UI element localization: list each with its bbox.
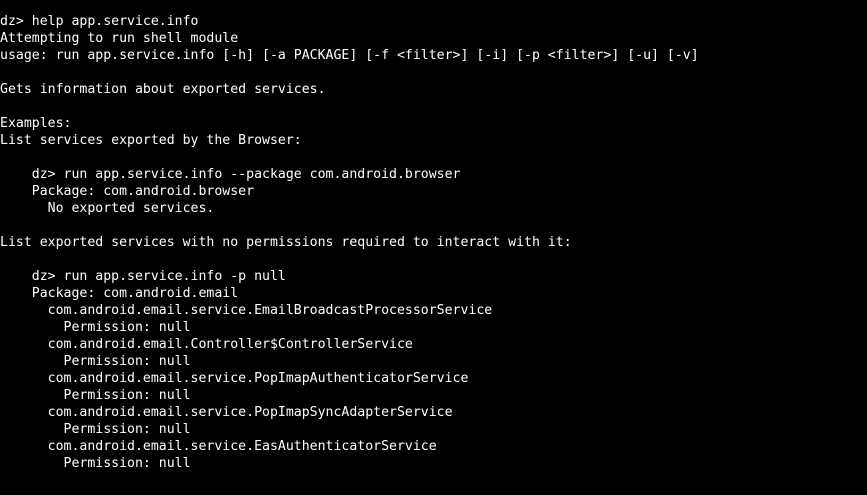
terminal-line: com.android.email.service.PopImapSyncAda… [0,405,453,420]
terminal-line: Permission: null [0,320,191,335]
terminal-window[interactable]: dz> help app.service.info Attempting to … [0,0,867,495]
terminal-line: Examples: [0,116,72,131]
terminal-line: Permission: null [0,354,191,369]
terminal-output: dz> help app.service.info Attempting to … [0,13,699,472]
terminal-line: Permission: null [0,388,191,403]
terminal-line: com.android.email.service.EasAuthenticat… [0,439,437,454]
terminal-line: usage: run app.service.info [-h] [-a PAC… [0,48,699,63]
terminal-line: Permission: null [0,422,191,437]
terminal-line: dz> run app.service.info --package com.a… [0,167,461,182]
terminal-line: com.android.email.service.EmailBroadcast… [0,303,493,318]
terminal-line: Attempting to run shell module [0,31,239,46]
terminal-line: List exported services with no permissio… [0,235,572,250]
terminal-line: Permission: null [0,456,191,471]
terminal-line: Package: com.android.browser [0,184,255,199]
terminal-line: com.android.email.service.PopImapAuthent… [0,371,469,386]
terminal-line: dz> run app.service.info -p null [0,269,286,284]
terminal-line: Gets information about exported services… [0,82,326,97]
terminal-line: Package: com.android.email [0,286,239,301]
terminal-line: List services exported by the Browser: [0,133,302,148]
terminal-line: dz> help app.service.info [0,14,199,29]
terminal-line: com.android.email.Controller$ControllerS… [0,337,413,352]
terminal-line: No exported services. [0,201,215,216]
